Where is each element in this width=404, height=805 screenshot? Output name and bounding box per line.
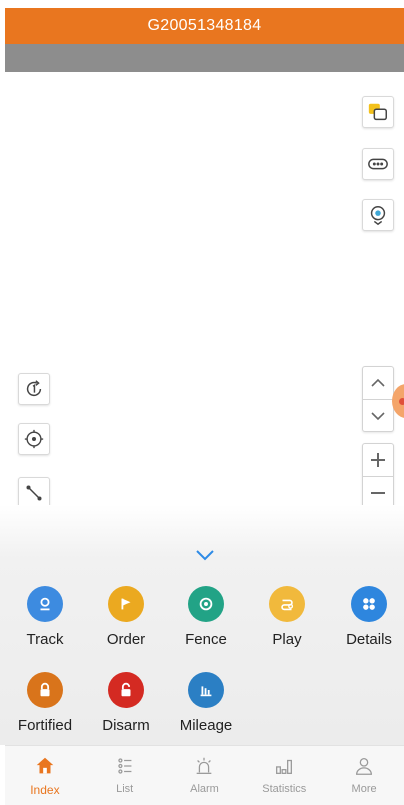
tab-alarm[interactable]: Alarm [165, 746, 245, 805]
tab-label: List [116, 783, 134, 795]
fence-target-icon [188, 586, 224, 622]
function-label: Fortified [17, 717, 73, 734]
user-icon [356, 758, 373, 775]
refresh-interval-button[interactable] [18, 373, 50, 405]
plus-icon [371, 453, 385, 467]
chevron-down-icon [371, 411, 385, 420]
function-label: Track [26, 631, 64, 648]
minus-icon [371, 491, 385, 494]
home-icon [36, 757, 54, 774]
previous-device-button[interactable] [363, 367, 393, 399]
function-label: Details [346, 631, 392, 648]
function-label: Order [106, 631, 146, 648]
next-device-button[interactable] [363, 399, 393, 431]
mileage-chart-icon [188, 672, 224, 708]
lock-closed-icon [27, 672, 63, 708]
page-title: G20051348184 [5, 8, 404, 44]
status-subbar [5, 44, 404, 72]
my-location-button[interactable] [18, 423, 50, 455]
function-track[interactable]: Track [8, 586, 82, 648]
crosshair-icon [24, 429, 44, 449]
function-order[interactable]: Order [89, 586, 163, 648]
chevron-up-icon [371, 378, 385, 387]
device-switcher [362, 366, 394, 432]
tab-label: Alarm [190, 783, 219, 795]
tab-list[interactable]: List [85, 746, 165, 805]
refresh-timer-icon [26, 380, 42, 397]
location-pin-icon [370, 206, 386, 226]
vehicle-mode-button[interactable] [362, 148, 394, 180]
function-details[interactable]: Details [332, 586, 404, 648]
device-icon [368, 158, 388, 170]
zoom-out-button[interactable] [363, 476, 393, 508]
bottom-tab-bar: Index List Alarm Statistics More [5, 745, 404, 805]
function-label: Play [272, 631, 302, 648]
chevron-down-icon [196, 550, 214, 561]
zoom-control [362, 443, 394, 509]
function-fence[interactable]: Fence [169, 586, 243, 648]
alarm-icon [197, 757, 212, 774]
zoom-in-button[interactable] [363, 444, 393, 476]
statistics-icon [276, 759, 293, 774]
tab-label: Index [30, 783, 60, 797]
layer-toggle-button[interactable] [362, 96, 394, 128]
function-play[interactable]: Play [250, 586, 324, 648]
tab-statistics[interactable]: Statistics [244, 746, 324, 805]
lock-open-icon [108, 672, 144, 708]
play-route-icon [269, 586, 305, 622]
function-fortified[interactable]: Fortified [8, 672, 82, 734]
map-view[interactable] [0, 72, 404, 520]
tab-index[interactable]: Index [5, 746, 85, 805]
function-label: Disarm [102, 717, 150, 734]
function-label: Fence [185, 631, 227, 648]
function-mileage[interactable]: Mileage [169, 672, 243, 734]
details-grid-icon [351, 586, 387, 622]
layers-icon [368, 103, 387, 121]
ruler-line-icon [26, 485, 42, 501]
function-disarm[interactable]: Disarm [89, 672, 163, 734]
list-icon [117, 758, 132, 774]
flag-icon [108, 586, 144, 622]
locate-device-button[interactable] [362, 199, 394, 231]
tab-more[interactable]: More [324, 746, 404, 805]
collapse-panel-button[interactable] [193, 545, 217, 565]
tab-label: More [351, 783, 377, 795]
tab-label: Statistics [262, 783, 307, 795]
function-label: Mileage [179, 717, 233, 734]
track-pin-icon [27, 586, 63, 622]
